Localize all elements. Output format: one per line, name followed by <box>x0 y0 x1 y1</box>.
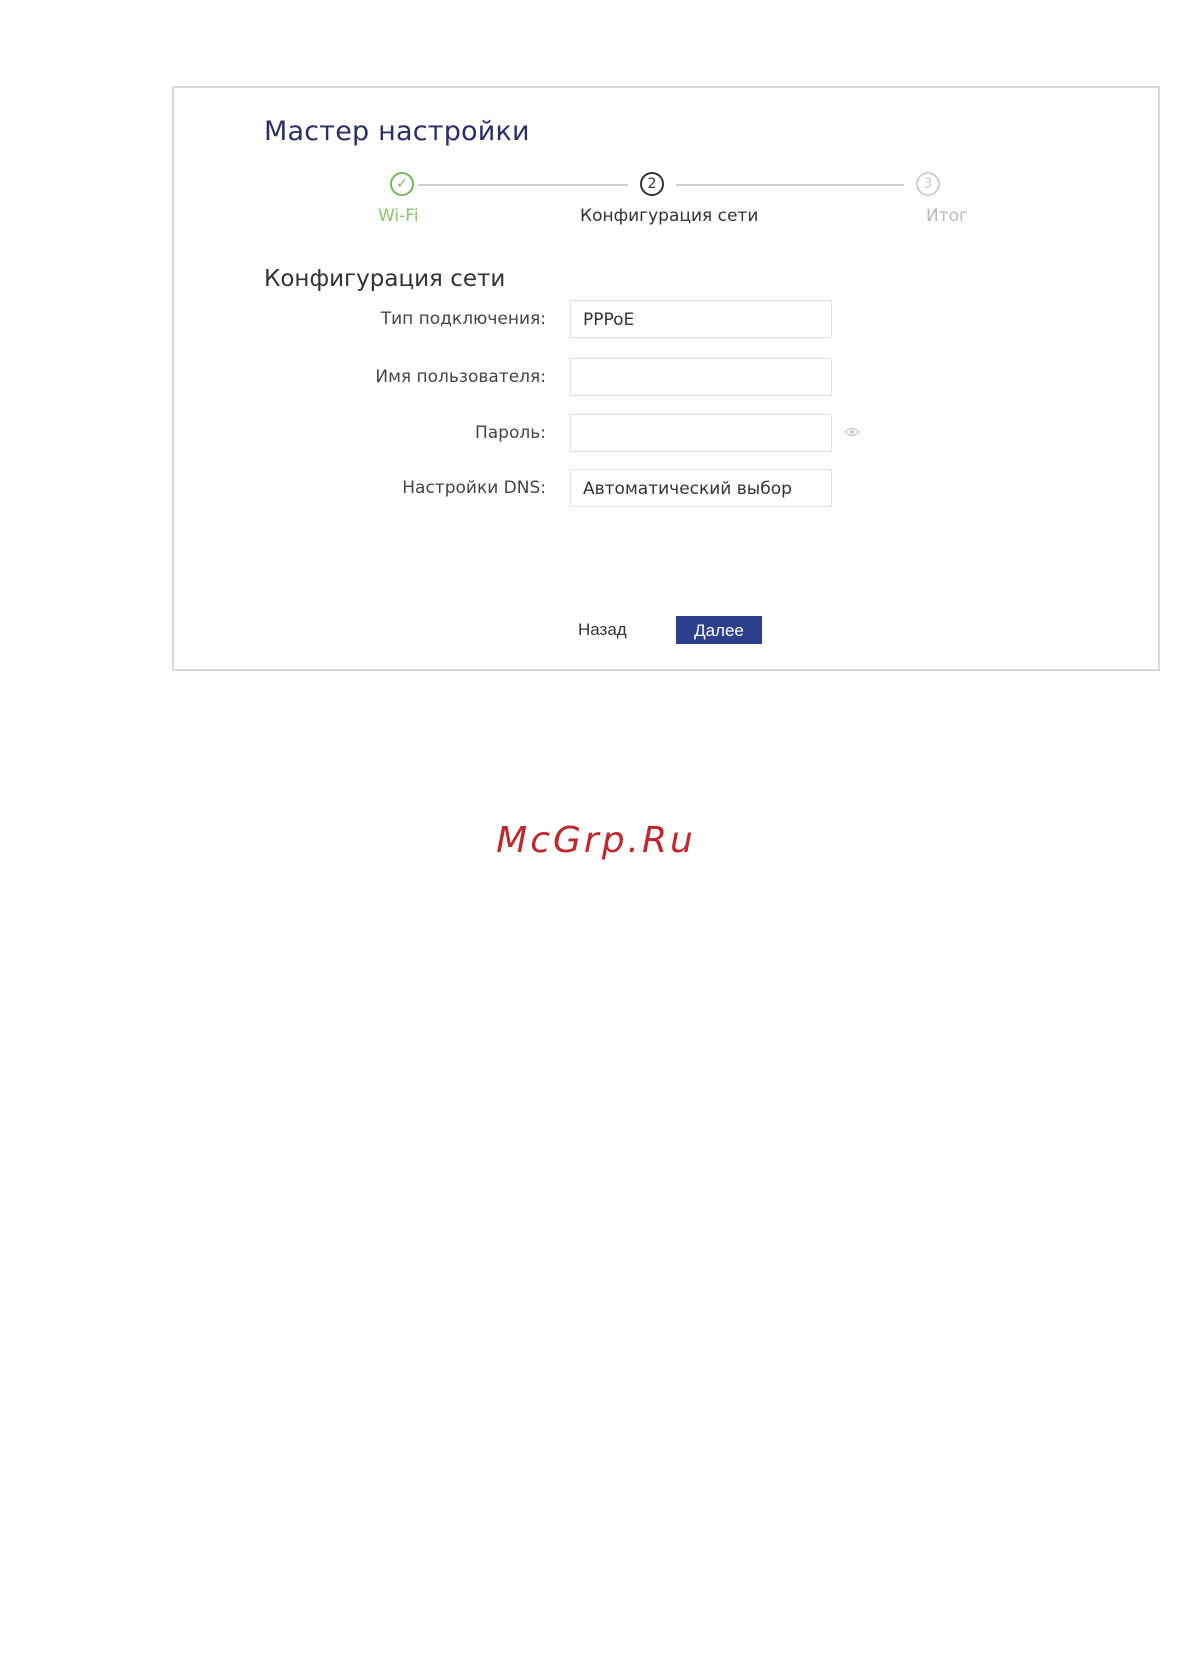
step-label-summary: Итог <box>926 206 968 226</box>
dns-row: Настройки DNS: Автоматический выбор <box>174 469 1158 507</box>
username-label: Имя пользователя: <box>375 367 546 387</box>
watermark-text: McGrp.Ru <box>496 820 696 861</box>
eye-icon[interactable] <box>844 427 860 437</box>
step-label-wifi: Wi-Fi <box>378 206 419 226</box>
password-label: Пароль: <box>474 423 546 443</box>
step-number-icon: 3 <box>916 172 940 196</box>
password-input[interactable] <box>570 414 832 452</box>
password-row: Пароль: <box>174 414 1158 452</box>
wizard-buttons: Назад Далее <box>174 616 1158 646</box>
wizard-title: Мастер настройки <box>264 116 530 147</box>
check-circle-icon: ✓ <box>390 172 414 196</box>
connection-type-row: Тип подключения: PPPoE <box>174 300 1158 338</box>
step-number-icon: 2 <box>640 172 664 196</box>
setup-wizard-panel: Мастер настройки ✓ 2 3 Wi-Fi Конфигураци… <box>172 86 1160 671</box>
wizard-stepper: ✓ 2 3 Wi-Fi Конфигурация сети Итог <box>174 170 1158 230</box>
connection-type-select[interactable]: PPPoE <box>570 300 832 338</box>
stepper-connector <box>676 184 904 186</box>
username-row: Имя пользователя: <box>174 358 1158 396</box>
back-button[interactable]: Назад <box>572 616 633 644</box>
dns-select[interactable]: Автоматический выбор <box>570 469 832 507</box>
username-input[interactable] <box>570 358 832 396</box>
stepper-connector <box>418 184 628 186</box>
next-button[interactable]: Далее <box>676 616 762 644</box>
connection-type-label: Тип подключения: <box>380 309 546 329</box>
step-label-network-config: Конфигурация сети <box>580 206 759 226</box>
dns-label: Настройки DNS: <box>402 478 546 498</box>
section-title: Конфигурация сети <box>264 266 506 292</box>
